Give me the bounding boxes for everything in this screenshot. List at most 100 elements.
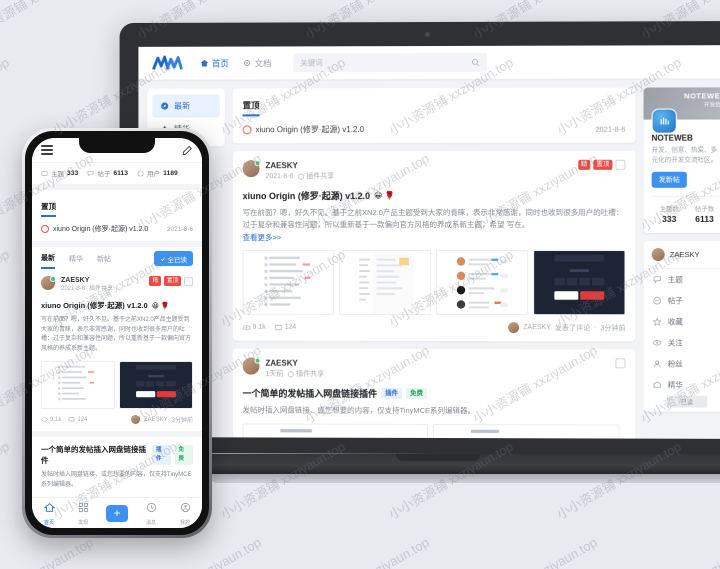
post-views-value: 9.1k <box>50 416 62 423</box>
watermark-text: 小小资源铺 xxziyaun.top <box>0 54 12 138</box>
post-tag-plugin[interactable]: 插件 <box>381 387 403 399</box>
hamburger-icon[interactable] <box>41 143 53 157</box>
sidebar-item-following[interactable]: 关注 <box>644 332 720 353</box>
comment-icon <box>653 296 662 305</box>
sidebar-user-row[interactable]: ZAESKY <box>643 241 720 270</box>
phone-tab-featured[interactable]: 精华 <box>69 254 83 268</box>
post-last-reply[interactable]: ZAESKY 发表了评论 · 3分钟前 <box>508 322 625 334</box>
banner-title: NOTEWEB <box>684 91 720 101</box>
phone-sticky-tab[interactable]: 置顶 <box>41 201 56 217</box>
post-card-1[interactable]: ZAESKY 2021-8-6 插件共享 精 置顶 xiuno Origin (… <box>232 150 636 342</box>
sidebar-item-latest[interactable]: 最新 <box>152 94 220 118</box>
thumbnail-2[interactable] <box>432 423 620 439</box>
sidebar-item-favorites[interactable]: 收藏 <box>644 311 720 332</box>
sticky-row[interactable]: xiuno Origin (修罗·起源) v1.2.0 2021-8-6 <box>242 124 625 136</box>
post-card-2[interactable]: ZAESKY 1天前 插件共享 一个简单的发帖插入网盘链接插件 插件 免费 发帖… <box>232 348 636 439</box>
phone-mark-all-read-button[interactable]: 全已读 <box>153 251 193 266</box>
phone-sticky-row[interactable]: xiuno Origin (修罗·起源) v1.2.0 2021-8-6 <box>41 224 193 234</box>
search-icon[interactable] <box>471 58 480 67</box>
post-comments: 124 <box>68 416 87 423</box>
post-category-label[interactable]: 插件共享 <box>89 285 113 294</box>
post-badges: 精 置顶 <box>577 159 626 170</box>
post-tag-free[interactable]: 免费 <box>174 445 193 465</box>
post-author[interactable]: ZAESKY <box>265 160 571 171</box>
phone-nav-discover[interactable]: 发现 <box>66 500 100 526</box>
search-input[interactable]: 关键词 <box>293 52 488 73</box>
post-meta: ZAESKY 1天前 插件共享 <box>265 358 609 381</box>
thumbnail-2-art <box>356 251 414 315</box>
new-post-button[interactable]: 发新帖 <box>651 171 687 188</box>
post-title: 一个简单的发帖插入网盘链接插件 <box>41 445 146 465</box>
thumbnail-3[interactable] <box>436 249 529 316</box>
phone-tab-latest[interactable]: 最新 <box>41 253 55 269</box>
right-sidebar: NOTEWEB 开发创意 NOTEWEB 开发、创意、热爱、多元化的开发交流社区… <box>643 87 720 439</box>
thumbnail-2-art <box>465 425 587 439</box>
phone-bezel: 主题 333 帖子 6113 用户 1189 置顶 xiuno Origin (… <box>25 131 209 535</box>
sticky-marker-icon <box>41 225 49 233</box>
sidebar-item-topics[interactable]: 主题 <box>644 269 720 290</box>
phone-nav-profile-label: 我的 <box>179 520 190 526</box>
plus-icon[interactable]: + <box>106 504 128 522</box>
phone-mark-all-read-label: 全已读 <box>167 256 188 264</box>
post-category[interactable]: 插件共享 <box>297 171 334 182</box>
last-reply-sep: · <box>594 324 597 332</box>
post-title-row[interactable]: 一个简单的发帖插入网盘链接插件 插件 免费 <box>243 387 626 401</box>
thumbnail-1[interactable] <box>41 361 115 409</box>
sticky-title-wrap: xiuno Origin (修罗·起源) v1.2.0 <box>242 124 364 135</box>
avatar[interactable] <box>242 357 260 375</box>
post-title-row[interactable]: 一个简单的发帖插入网盘链接插件 插件 免费 <box>41 444 193 466</box>
post-subline: 2021-8-6 插件共享 <box>265 171 571 182</box>
home-icon <box>43 503 55 512</box>
sidebar-item-fans[interactable]: 粉丝 <box>644 353 720 374</box>
phone-nav-messages[interactable]: 消息 <box>134 500 168 526</box>
sidebar-item-posts[interactable]: 帖子 <box>644 290 720 311</box>
phone-post-card-1[interactable]: ZAESKY 2021-8-6 插件共享 精 置顶 xiuno Origin (… <box>32 269 202 431</box>
eye-icon <box>653 338 662 347</box>
user-icon <box>137 170 144 176</box>
phone-nav-profile[interactable]: 我的 <box>168 500 202 526</box>
board-icon <box>41 170 48 176</box>
phone-stat-topics: 主题 333 <box>41 168 78 178</box>
phone-stat-users-label: 用户 <box>147 171 161 178</box>
nav-item-home[interactable]: 首页 <box>200 57 229 69</box>
post-tag-free[interactable]: 免费 <box>406 387 428 399</box>
post-author[interactable]: ZAESKY <box>61 276 143 285</box>
compose-icon[interactable] <box>182 145 193 156</box>
phone-nav-compose[interactable]: + <box>100 504 134 522</box>
avatar[interactable] <box>41 276 56 290</box>
profile-card: NOTEWEB 开发创意 NOTEWEB 开发、创意、热爱、多元化的开发交流社区… <box>643 87 720 233</box>
thumbnail-1-art <box>275 425 396 439</box>
post-title-row[interactable]: xiuno Origin (修罗·起源) v1.2.0 😀 🌹 <box>41 300 193 311</box>
thumbnail-2[interactable] <box>119 361 193 409</box>
avatar[interactable] <box>242 160 260 178</box>
post-tag-plugin[interactable]: 插件 <box>152 445 171 465</box>
sticky-tab[interactable]: 置顶 <box>242 99 260 117</box>
post-last-reply[interactable]: ZAESKY 3分钟前 <box>130 415 193 424</box>
thumbnail-2[interactable] <box>339 249 432 315</box>
thumbnail-4[interactable] <box>533 250 626 316</box>
stat-topics: 主题数 333 <box>652 203 687 224</box>
phone-nav-messages-label: 消息 <box>145 520 156 526</box>
post-excerpt: 发帖时插入网盘链接、或您想要的内容，仅支持TinyMCE系列编辑器。 <box>242 405 476 416</box>
thumbnail-1[interactable] <box>242 423 428 439</box>
thumbnail-1[interactable] <box>242 249 335 315</box>
nav-item-docs[interactable]: 文档 <box>243 57 271 69</box>
thumbnail-2-art <box>133 362 179 408</box>
post-readmore-link[interactable]: 查看更多>> <box>243 232 626 243</box>
phone-nav-home[interactable]: 首页 <box>32 500 66 526</box>
post-excerpt: 写在前面？嗯，好久不见。基于之前XN2.0产品主题受到大家的青睐，表示非常感谢，… <box>41 317 192 352</box>
sidebar-item-following-label: 关注 <box>667 338 683 348</box>
post-meta: ZAESKY 2021-8-6 插件共享 <box>61 276 143 294</box>
badge-featured: 精 <box>149 276 161 286</box>
profile-body: NOTEWEB 开发、创意、热爱、多元化的开发交流社区。 发新帖 主题数 333 <box>644 108 720 233</box>
post-emoji: 😀 🌹 <box>374 191 395 201</box>
phone-tab-new[interactable]: 新帖 <box>97 254 111 268</box>
noteweb-logo[interactable] <box>152 54 186 72</box>
post-author[interactable]: ZAESKY <box>265 358 609 370</box>
post-title-row[interactable]: xiuno Origin (修罗·起源) v1.2.0 😀 🌹 <box>243 189 626 202</box>
post-category[interactable]: 插件共享 <box>287 369 324 380</box>
site-avatar[interactable] <box>651 108 677 134</box>
phone-device: 主题 333 帖子 6113 用户 1189 置顶 xiuno Origin (… <box>22 128 212 538</box>
sidebar-item-featured[interactable]: 精华 <box>644 374 720 395</box>
read-status-pill[interactable]: 已读 <box>666 395 708 408</box>
